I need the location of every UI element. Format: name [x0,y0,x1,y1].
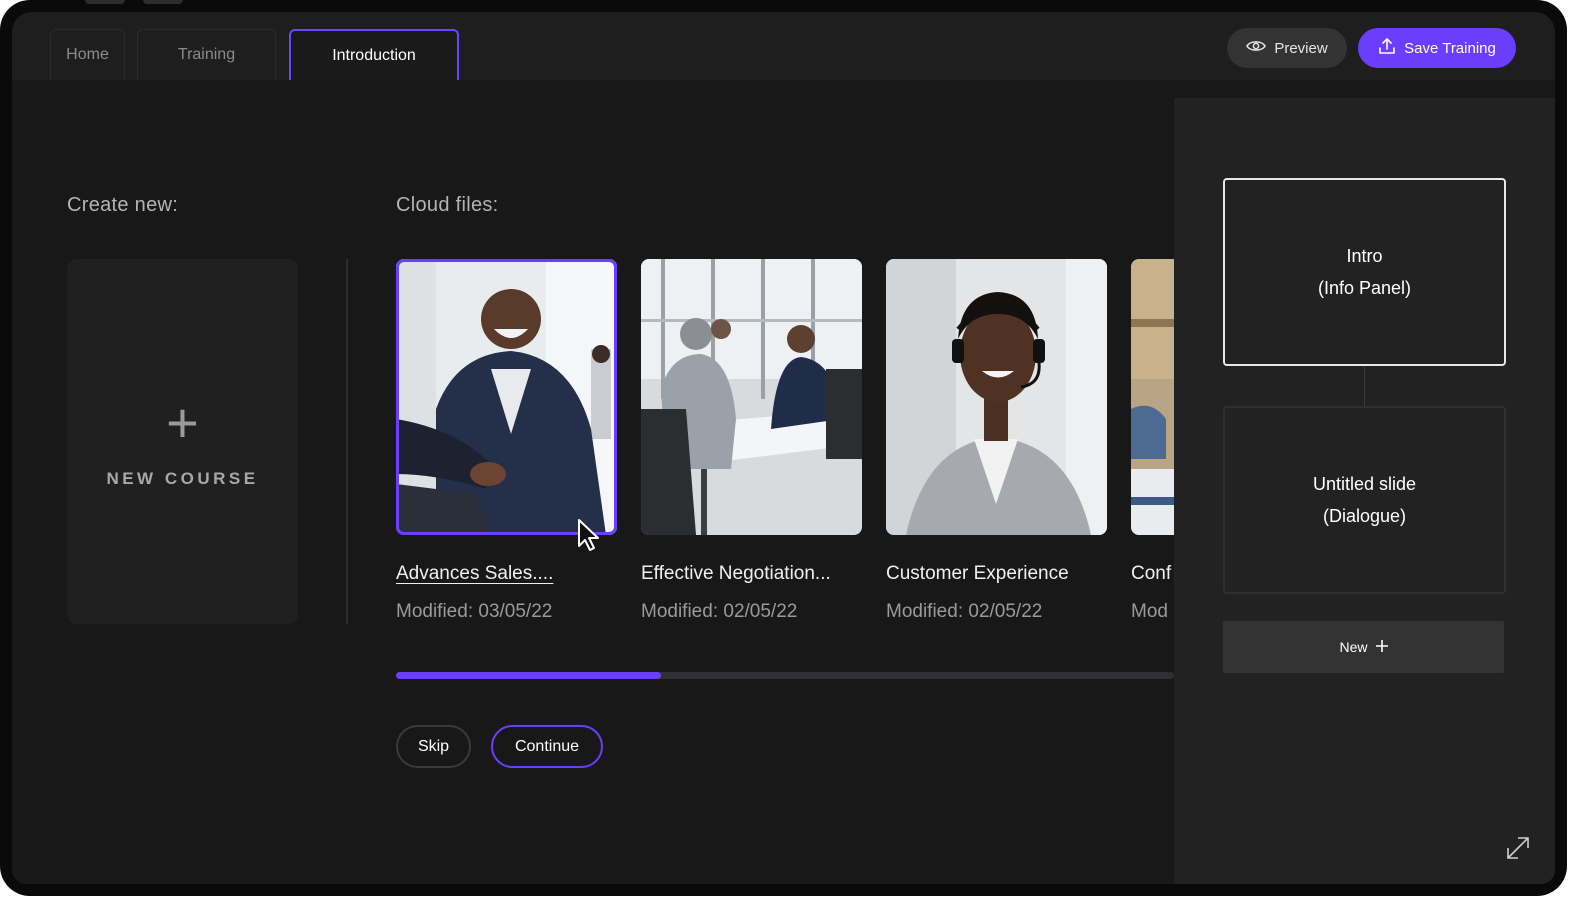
cloud-files-carousel: Advances Sales.... Modified: 03/05/22 Ef… [396,259,1174,649]
course-modified-date: Mod [1131,601,1168,622]
course-modified-date: Modified: 03/05/22 [396,601,553,622]
slide-title: Untitled slide [1312,474,1417,494]
course-modified-date: Modified: 02/05/22 [641,601,798,622]
course-modified-date: Modified: 02/05/22 [886,601,1043,622]
cloud-files-heading: Cloud files: [396,194,499,216]
cursor-icon [577,518,603,552]
preview-button[interactable]: Preview [1227,28,1347,68]
new-slide-label: New [1339,639,1368,655]
course-thumbnail-headset[interactable] [886,259,1107,535]
course-title[interactable]: Customer Experience [886,563,1107,585]
preview-label: Preview [1274,39,1328,57]
device-notch [85,0,125,4]
tab-introduction[interactable]: Introduction [289,29,459,80]
continue-button[interactable]: Continue [491,725,603,768]
course-card-customer-experience[interactable]: Customer Experience Modified: 02/05/22 [886,259,1107,623]
device-notch [143,0,183,4]
section-divider [346,259,348,624]
slide-connector [1364,366,1365,407]
slide-type: (Info Panel) [1317,278,1412,298]
app-screen: Home Training Introduction Preview Save … [12,12,1555,884]
skip-button[interactable]: Skip [396,725,471,768]
top-bar: Home Training Introduction Preview Save … [12,12,1555,80]
slide-title: Intro [1346,246,1383,266]
course-title[interactable]: Conf [1131,563,1174,585]
carousel-scrollbar-thumb[interactable] [396,672,661,679]
carousel-scrollbar[interactable] [396,672,1174,679]
plus-icon [1375,639,1388,655]
course-title[interactable]: Advances Sales.... [396,563,617,585]
create-new-heading: Create new: [67,194,179,216]
course-card-conference[interactable]: Conf Mod [1131,259,1174,623]
save-training-button[interactable]: Save Training [1358,28,1516,68]
course-card-effective-negotiation[interactable]: Effective Negotiation... Modified: 02/05… [641,259,862,623]
slide-type: (Dialogue) [1322,506,1407,526]
course-card-advanced-sales[interactable]: Advances Sales.... Modified: 03/05/22 [396,259,617,623]
expand-icon[interactable] [1504,834,1532,862]
device-frame: Home Training Introduction Preview Save … [0,0,1567,896]
course-thumbnail-conference[interactable] [1131,259,1174,535]
eye-icon [1246,39,1267,57]
upload-icon [1378,37,1396,59]
slide-intro[interactable]: Intro (Info Panel) [1223,178,1506,366]
course-thumbnail-meeting[interactable] [641,259,862,535]
slide-untitled[interactable]: Untitled slide (Dialogue) [1223,406,1506,594]
slides-panel: Intro (Info Panel) Untitled slide (Dialo… [1174,98,1555,884]
course-thumbnail-handshake[interactable] [396,259,617,535]
save-training-label: Save Training [1404,39,1496,57]
new-course-card[interactable]: + NEW COURSE [67,259,298,624]
tab-home[interactable]: Home [50,29,125,80]
new-course-label: NEW COURSE [106,468,259,488]
plus-icon: + [166,390,199,454]
new-slide-button[interactable]: New [1223,621,1504,673]
tab-training[interactable]: Training [137,29,276,80]
course-title[interactable]: Effective Negotiation... [641,563,862,585]
